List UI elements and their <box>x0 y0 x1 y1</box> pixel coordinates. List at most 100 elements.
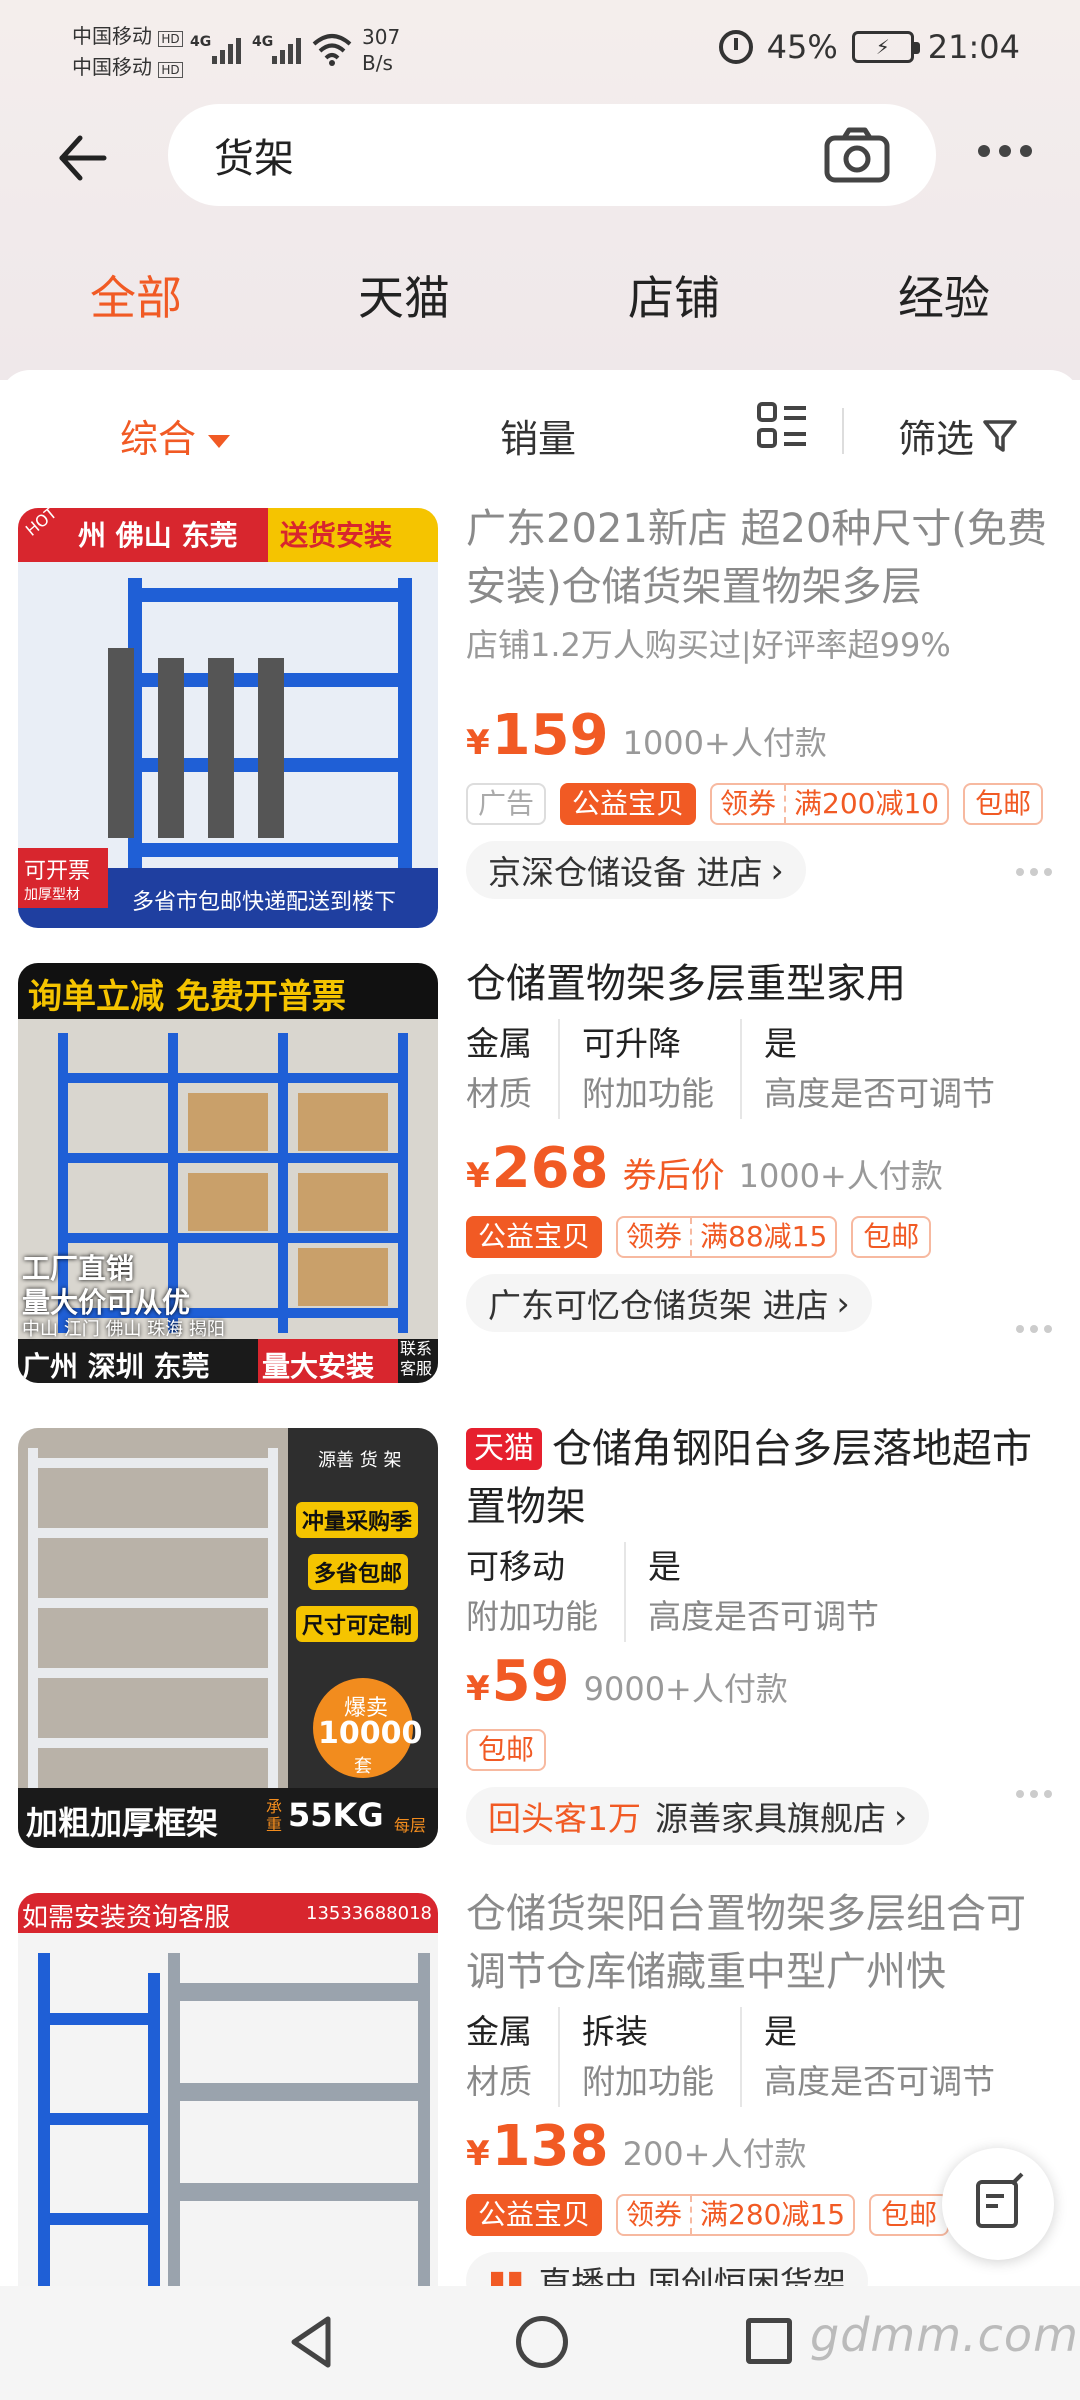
product-title[interactable]: 广东2021新店 超20种尺寸(免费安装)仓储货架置物架多层 <box>466 500 1056 616</box>
tab-experience[interactable]: 经验 <box>864 262 1024 328</box>
search-query[interactable]: 货架 <box>214 126 294 184</box>
divider <box>842 408 844 454</box>
thumb-text: 尺寸可定制 <box>296 1606 419 1642</box>
back-arrow-icon[interactable] <box>52 128 112 188</box>
tag-row: 包邮 <box>466 1729 1056 1773</box>
price-row: ¥59 9000+人付款 <box>466 1650 1056 1721</box>
product-title-text: 仓储角钢阳台多层落地超市置物架 <box>466 1426 1032 1530</box>
thumb-text: 如需安装资询客服 <box>22 1903 231 1933</box>
product-card[interactable]: 询单立减 免费开普票 工厂直销 量大价可从优 中山 江门 佛山 珠海 揭阳 广州… <box>0 945 1080 1405</box>
prop: 可移动 附加功能 <box>466 1542 626 1642</box>
more-options-icon[interactable] <box>978 145 1032 157</box>
chevron-right-icon: › <box>770 850 784 890</box>
nav-back-icon[interactable] <box>286 2314 336 2370</box>
battery-percent: 45% <box>766 28 838 66</box>
product-image[interactable]: 询单立减 免费开普票 工厂直销 量大价可从优 中山 江门 佛山 珠海 揭阳 广州… <box>18 963 438 1383</box>
thumb-text: 多省市包邮快递配送到楼下 <box>132 890 397 915</box>
system-nav-bar: gdmm.com <box>0 2286 1080 2400</box>
free-shipping-tag: 包邮 <box>963 783 1044 825</box>
signal-icon-1 <box>212 36 241 64</box>
sort-composite-label: 综合 <box>120 417 197 461</box>
tmall-badge: 天猫 <box>466 1428 542 1470</box>
product-image[interactable]: 如需安装资询客服 13533688018 <box>18 1893 438 2313</box>
sort-composite[interactable]: 综合 <box>120 408 231 463</box>
product-title[interactable]: 仓储置物架多层重型家用 <box>466 955 1056 1013</box>
nav-home-icon[interactable] <box>516 2316 568 2368</box>
more-icon[interactable] <box>1016 1790 1052 1798</box>
hd-badge-2: HD <box>158 62 183 78</box>
shop-link[interactable]: 回头客1万 源善家具旗舰店 › <box>466 1787 930 1845</box>
thumb-text: 可开票 <box>24 859 91 884</box>
network-type-1: 4G <box>190 34 212 50</box>
status-right: 45% ⚡ 21:04 <box>718 28 1020 66</box>
product-info: 仓储置物架多层重型家用 金属 材质 可升降 附加功能 是高度是否可调节 ¥268 券… <box>466 955 1056 1332</box>
search-bar[interactable]: 货架 <box>168 104 936 206</box>
filter-button[interactable]: 筛选 <box>898 408 1018 463</box>
thumb-text: 量大安装 <box>262 1350 375 1383</box>
hd-badge: HD <box>158 31 183 47</box>
thumb-text: 州 佛山 东莞 <box>78 519 238 552</box>
shop-link[interactable]: 广东可忆仓储货架 进店 › <box>466 1274 872 1332</box>
coupon-tag[interactable]: 领券 满200减10 <box>710 783 950 825</box>
results-panel: 综合 销量 筛选 州 佛山 东莞 送货安装 HOT 可开票 加厚型材 多省市包邮… <box>0 370 1080 2400</box>
feedback-button[interactable] <box>942 2148 1054 2260</box>
thumb-text: 源善 货 架 <box>318 1450 402 1471</box>
after-coupon-label: 券后价 <box>622 1156 725 1196</box>
coupon-tag[interactable]: 领券 满88减15 <box>616 1216 838 1258</box>
caret-down-icon <box>208 435 231 448</box>
product-image[interactable]: 源善 货 架 冲量采购季 多省包邮 尺寸可定制 爆卖 10000 套 加粗加厚框… <box>18 1428 438 1848</box>
product-props: 金属 材质 拆装 附加功能 是高度是否可调节 <box>466 2007 1056 2107</box>
thumb-text: 套 <box>354 1756 372 1777</box>
prop: 拆装 附加功能 <box>582 2007 742 2107</box>
taobao-search-results: 中国移动 HD 中国移动 HD 4G 4G 307 B/s 45% ⚡ 21:0… <box>0 0 1080 2400</box>
coupon-tag[interactable]: 领券 满280减15 <box>616 2194 856 2236</box>
shop-name: 京深仓储设备 进店 <box>488 853 763 892</box>
tab-tmall[interactable]: 天猫 <box>324 262 484 328</box>
tag-row: 广告 公益宝贝 领券 满200减10 包邮 <box>466 783 1056 827</box>
product-title[interactable]: 天猫 仓储角钢阳台多层落地超市置物架 <box>466 1420 1056 1536</box>
network-type-2: 4G <box>252 34 274 50</box>
charity-tag: 公益宝贝 <box>466 1216 603 1258</box>
product-card[interactable]: 如需安装资询客服 13533688018 仓储货架阳台置物架多层组合可调节仓库储… <box>0 1875 1080 2335</box>
wifi-icon <box>312 34 352 66</box>
nav-recent-icon[interactable] <box>746 2318 792 2364</box>
sold-count: 1000+人付款 <box>622 724 827 762</box>
thumb-text: 多省包邮 <box>308 1554 409 1590</box>
sold-count: 200+人付款 <box>622 2135 807 2173</box>
net-speed-unit: B/s <box>362 51 393 75</box>
prop: 可升降 附加功能 <box>582 1019 742 1119</box>
watermark: gdmm.com <box>810 2308 1079 2362</box>
sort-bar: 综合 销量 筛选 <box>0 370 1080 490</box>
product-subtitle: 店铺1.2万人购买过|好评率超99% <box>466 626 951 664</box>
price-row: ¥268 券后价 1000+人付款 <box>466 1137 1056 1208</box>
edit-icon <box>976 2172 1024 2228</box>
price: ¥268 <box>466 1136 609 1201</box>
net-speed-value: 307 <box>362 25 401 49</box>
sort-sales[interactable]: 销量 <box>500 408 576 463</box>
product-info: 天猫 仓储角钢阳台多层落地超市置物架 可移动 附加功能 是高度是否可调节 ¥59 9… <box>466 1420 1056 1845</box>
free-shipping-tag: 包邮 <box>869 2194 950 2236</box>
product-image[interactable]: 州 佛山 东莞 送货安装 HOT 可开票 加厚型材 多省市包邮快递配送到楼下 <box>18 508 438 928</box>
thumb-text: 联系客服 <box>400 1339 433 1378</box>
product-card[interactable]: 州 佛山 东莞 送货安装 HOT 可开票 加厚型材 多省市包邮快递配送到楼下 广… <box>0 490 1080 950</box>
charity-tag: 公益宝贝 <box>560 783 697 825</box>
prop: 是高度是否可调节 <box>648 1547 879 1636</box>
tab-all[interactable]: 全部 <box>56 262 216 328</box>
list-view-icon[interactable] <box>756 400 808 452</box>
tab-shops[interactable]: 店铺 <box>594 262 754 328</box>
filter-label: 筛选 <box>898 417 975 461</box>
carrier-1: 中国移动 <box>72 24 152 48</box>
more-icon[interactable] <box>1016 1325 1052 1333</box>
product-title[interactable]: 仓储货架阳台置物架多层组合可调节仓库储藏重中型广州快 <box>466 1885 1056 2001</box>
thumb-text: 送货安装 <box>280 519 393 552</box>
product-props: 金属 材质 可升降 附加功能 是高度是否可调节 <box>466 1019 1056 1119</box>
clock: 21:04 <box>927 28 1020 66</box>
price: ¥59 <box>466 1649 570 1714</box>
shop-link[interactable]: 京深仓储设备 进店 › <box>466 841 806 899</box>
product-image-shelf <box>18 1893 438 2313</box>
status-bar: 中国移动 HD 中国移动 HD 4G 4G 307 B/s 45% ⚡ 21:0… <box>0 0 1080 100</box>
carrier-2: 中国移动 <box>72 55 152 79</box>
more-icon[interactable] <box>1016 868 1052 876</box>
product-card[interactable]: 源善 货 架 冲量采购季 多省包邮 尺寸可定制 爆卖 10000 套 加粗加厚框… <box>0 1410 1080 1870</box>
camera-icon[interactable] <box>824 126 890 184</box>
